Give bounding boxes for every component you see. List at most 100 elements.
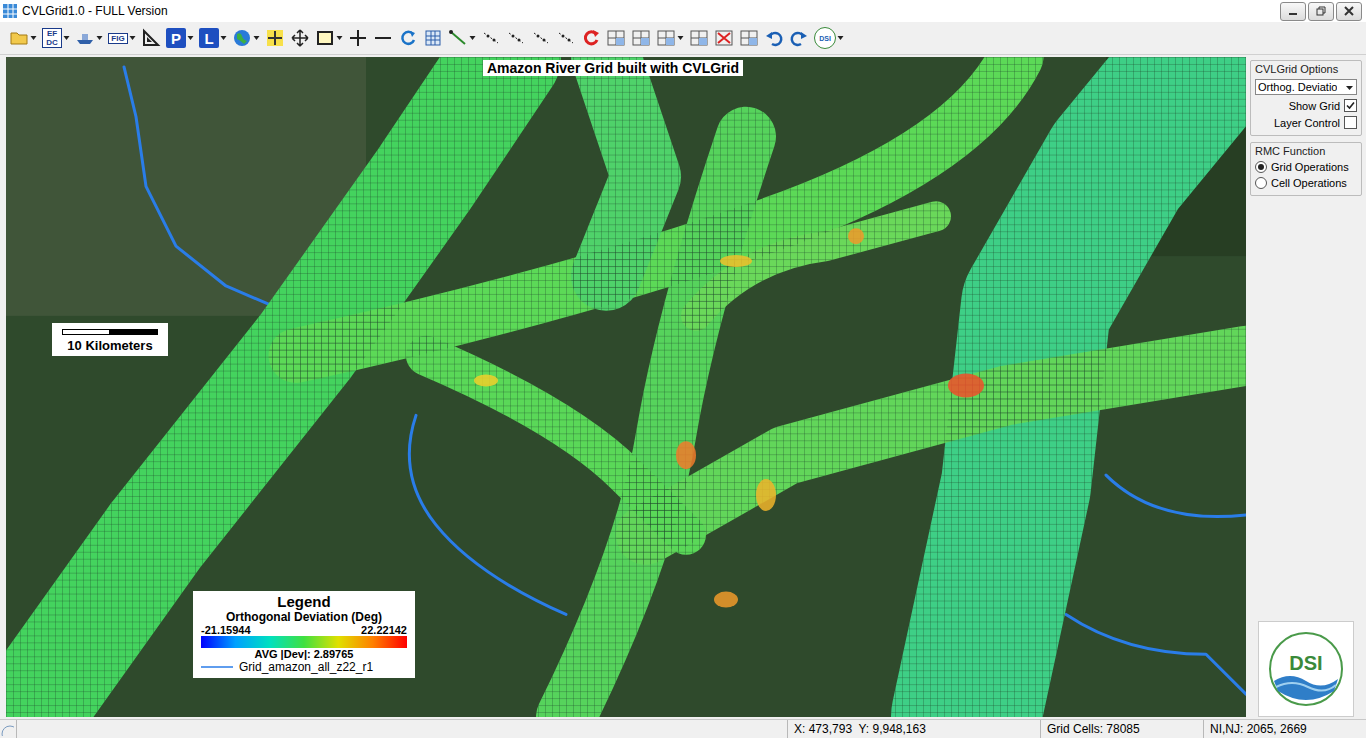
- display-dropdown[interactable]: Orthog. Deviatio: [1255, 79, 1357, 95]
- dropdown-arrow-icon: [96, 28, 103, 48]
- triangle-ruler-icon: [141, 28, 161, 48]
- radio-button[interactable]: [1255, 161, 1267, 173]
- toolbar-button[interactable]: [763, 26, 785, 50]
- toolbar-button[interactable]: [264, 26, 286, 50]
- grid-operation-icon: [656, 28, 676, 48]
- dropdown-arrow-icon: [469, 28, 476, 48]
- dropdown-arrow-icon: [253, 28, 260, 48]
- toolbar-button[interactable]: [289, 26, 311, 50]
- toolbar-button[interactable]: P: [165, 26, 195, 50]
- globe-icon: [232, 28, 252, 48]
- toolbar-button[interactable]: [688, 26, 710, 50]
- dropdown-arrow-icon: [30, 28, 37, 48]
- toolbar-button[interactable]: [788, 26, 810, 50]
- grid-delete-icon: [714, 28, 734, 48]
- legend-max: 22.22142: [361, 624, 407, 636]
- undo-icon: [764, 28, 784, 48]
- scale-bar: 10 Kilometers: [52, 323, 168, 356]
- text-icon: EF DC: [42, 28, 62, 48]
- letter-icon: L: [199, 28, 219, 48]
- grid-operation-icon: [606, 28, 626, 48]
- toolbar-button[interactable]: [347, 26, 369, 50]
- status-bar: X: 473,793 Y: 9,948,163Grid Cells: 78085…: [0, 719, 1366, 738]
- dropdown-arrow-icon: [1345, 83, 1354, 92]
- toolbar-button[interactable]: [713, 26, 735, 50]
- grid-dimensions: NI,NJ: 2065, 2669: [1203, 720, 1366, 738]
- toolbar-button[interactable]: [422, 26, 444, 50]
- legend: LegendOrthogonal Deviation (Deg)-21.1594…: [193, 591, 415, 678]
- rmc-group: RMC FunctionGrid OperationsCell Operatio…: [1250, 142, 1362, 196]
- dsi-icon: DSI: [814, 27, 836, 49]
- application-window: CVLGrid1.0 - FULL Version EF DC FIG PL DSI Am…: [0, 0, 1366, 738]
- toolbar-button[interactable]: [447, 26, 477, 50]
- side-panel: CVLGrid Options Orthog. Deviatio Show Grid…: [1250, 57, 1362, 717]
- layer-line-icon: [201, 664, 233, 670]
- toolbar-button[interactable]: [397, 26, 419, 50]
- grid-cells-count: Grid Cells: 78085: [1040, 720, 1203, 738]
- toolbar-button[interactable]: [231, 26, 261, 50]
- toolbar-button[interactable]: [530, 26, 552, 50]
- text-icon: FIG: [108, 33, 128, 44]
- letter-icon: P: [166, 28, 186, 48]
- river-grid-map: [6, 57, 1246, 717]
- toolbar-button[interactable]: [505, 26, 527, 50]
- dropdown-arrow-icon: [837, 28, 844, 48]
- legend-average: AVG |Dev|: 2.89765: [255, 648, 354, 660]
- toolbar-button[interactable]: [314, 26, 344, 50]
- toolbar-button[interactable]: [738, 26, 760, 50]
- dropdown-arrow-icon: [63, 28, 70, 48]
- toolbar-button[interactable]: EF DC: [41, 26, 71, 50]
- checkbox[interactable]: [1344, 99, 1357, 112]
- toolbar-button[interactable]: L: [198, 26, 228, 50]
- toolbar-button[interactable]: [8, 26, 38, 50]
- toolbar-button[interactable]: [140, 26, 162, 50]
- plus-icon: [348, 28, 368, 48]
- check-icon: [1346, 101, 1355, 110]
- toolbar-button[interactable]: [580, 26, 602, 50]
- node-tool-icon: [481, 28, 501, 48]
- toolbar-button[interactable]: [655, 26, 685, 50]
- toolbar-button[interactable]: [74, 26, 104, 50]
- restore-icon: [1316, 6, 1326, 16]
- map-title: Amazon River Grid built with CVLGrid: [483, 60, 743, 76]
- logo-text: DSI: [1289, 652, 1322, 675]
- node-tool-icon: [531, 28, 551, 48]
- legend-min: -21.15944: [201, 624, 251, 636]
- radio-option[interactable]: Cell Operations: [1255, 177, 1357, 189]
- reload-icon: [581, 28, 601, 48]
- map-canvas[interactable]: Amazon River Grid built with CVLGrid 10 K…: [6, 57, 1246, 717]
- close-button[interactable]: [1336, 2, 1362, 21]
- toolbar-button[interactable]: [555, 26, 577, 50]
- checkbox[interactable]: [1344, 116, 1357, 129]
- cursor-coordinates: X: 473,793 Y: 9,948,163: [787, 720, 1040, 738]
- toolbar-button[interactable]: [605, 26, 627, 50]
- toolbar-button[interactable]: FIG: [107, 26, 137, 50]
- grid-operation-icon: [689, 28, 709, 48]
- toolbar-button[interactable]: [372, 26, 394, 50]
- group-title: CVLGrid Options: [1255, 63, 1357, 75]
- dropdown-arrow-icon: [187, 28, 194, 48]
- node-tool-icon: [506, 28, 526, 48]
- checkbox-row[interactable]: Show Grid: [1255, 99, 1357, 112]
- window-title: CVLGrid1.0 - FULL Version: [22, 4, 168, 18]
- rectangle-icon: [315, 28, 335, 48]
- legend-color-ramp: [201, 636, 407, 648]
- legend-layer: Grid_amazon_all_z22_r1: [239, 660, 373, 674]
- line-tool-icon: [448, 28, 468, 48]
- radio-button[interactable]: [1255, 177, 1267, 189]
- close-icon: [1344, 6, 1354, 16]
- toolbar: EF DC FIG PL DSI: [0, 22, 1366, 55]
- dropdown-arrow-icon: [129, 28, 136, 48]
- options-group: CVLGrid Options Orthog. Deviatio Show Grid…: [1250, 60, 1362, 136]
- scale-label: 10 Kilometers: [67, 338, 152, 353]
- checkbox-row[interactable]: Layer Control: [1255, 116, 1357, 129]
- toolbar-button[interactable]: DSI: [813, 26, 845, 50]
- restore-button[interactable]: [1308, 2, 1334, 21]
- minimize-button[interactable]: [1280, 2, 1306, 21]
- dropdown-arrow-icon: [220, 28, 227, 48]
- toolbar-button[interactable]: [480, 26, 502, 50]
- app-icon: [2, 3, 18, 19]
- redo-icon: [789, 28, 809, 48]
- radio-option[interactable]: Grid Operations: [1255, 161, 1357, 173]
- toolbar-button[interactable]: [630, 26, 652, 50]
